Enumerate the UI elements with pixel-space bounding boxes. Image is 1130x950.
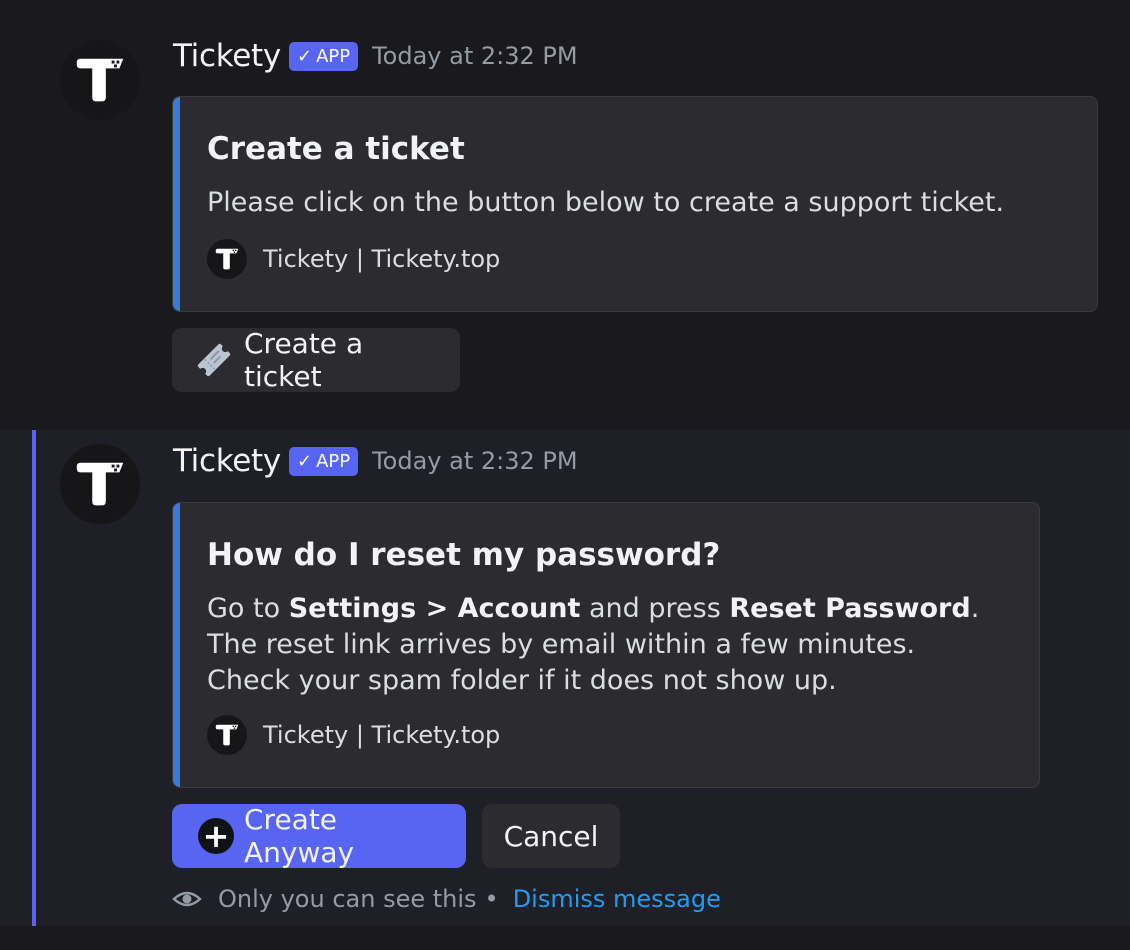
create-ticket-button[interactable]: Create a ticket — [172, 327, 460, 393]
tickety-logo-icon — [69, 49, 131, 111]
ticket-icon — [194, 340, 234, 380]
app-badge: ✓ APP — [288, 41, 359, 71]
verified-check-icon: ✓ — [296, 45, 313, 67]
app-badge-label: APP — [316, 45, 351, 67]
embed-title: How do I reset my password? — [207, 537, 721, 573]
footer-logo-icon — [207, 715, 247, 755]
plus-icon: + — [198, 818, 234, 854]
author-name[interactable]: Tickety — [173, 38, 281, 74]
message-header: Tickety ✓ APP Today at 2:32 PM — [173, 36, 578, 76]
settings-path: Settings > Account — [288, 593, 581, 624]
reset-password-label: Reset Password — [729, 593, 971, 624]
message-header: Tickety ✓ APP Today at 2:32 PM — [173, 441, 578, 481]
ephemeral-notice: Only you can see this • Dismiss message — [172, 884, 721, 914]
dismiss-message-link[interactable]: Dismiss message — [513, 885, 721, 913]
app-badge: ✓ APP — [288, 446, 359, 476]
create-anyway-button[interactable]: + Create Anyway — [172, 803, 466, 869]
embed: Create a ticket Please click on the butt… — [172, 96, 1098, 312]
cancel-label: Cancel — [503, 819, 599, 853]
embed-footer: Tickety | Tickety.top — [207, 239, 500, 279]
avatar[interactable] — [60, 40, 140, 120]
embed-description: Go to Settings > Account and press Reset… — [207, 591, 979, 699]
embed-title: Create a ticket — [207, 131, 465, 167]
author-name[interactable]: Tickety — [173, 443, 281, 479]
description-line-1: Go to Settings > Account and press Reset… — [207, 593, 980, 624]
cancel-button[interactable]: Cancel — [482, 804, 620, 868]
embed-description: Please click on the button below to crea… — [207, 187, 1005, 218]
app-badge-label: APP — [316, 450, 351, 472]
verified-check-icon: ✓ — [296, 450, 313, 472]
ephemeral-highlight-bar — [32, 430, 36, 926]
embed-footer: Tickety | Tickety.top — [207, 715, 500, 755]
timestamp[interactable]: Today at 2:32 PM — [372, 42, 578, 70]
embed: How do I reset my password? Go to Settin… — [172, 502, 1040, 788]
eye-icon — [172, 884, 202, 914]
footer-text: Tickety | Tickety.top — [263, 245, 501, 273]
description-line-2: The reset link arrives by email within a… — [207, 629, 916, 660]
timestamp[interactable]: Today at 2:32 PM — [372, 447, 578, 475]
separator: • — [484, 885, 499, 913]
only-you-text: Only you can see this — [218, 885, 477, 913]
footer-text: Tickety | Tickety.top — [263, 721, 501, 749]
footer-logo-icon — [207, 239, 247, 279]
embed-accent-bar — [173, 503, 180, 787]
create-ticket-label: Create a ticket — [244, 327, 364, 393]
description-line-3: Check your spam folder if it does not sh… — [207, 665, 837, 696]
tickety-logo-icon — [69, 453, 131, 515]
embed-accent-bar — [173, 97, 180, 311]
create-anyway-label: Create Anyway — [244, 803, 355, 869]
avatar[interactable] — [60, 444, 140, 524]
